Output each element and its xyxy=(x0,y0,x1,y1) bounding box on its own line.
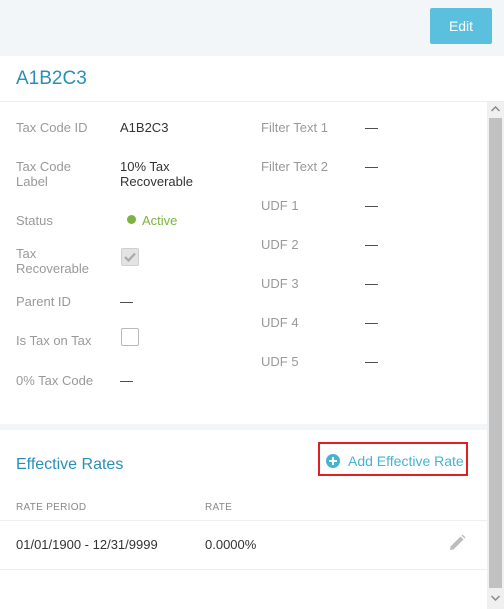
check-icon xyxy=(124,252,136,263)
rate-period-cell: 01/01/1900 - 12/31/9999 xyxy=(16,537,158,552)
add-effective-rate-button[interactable]: Add Effective Rate xyxy=(318,442,468,476)
udf-3-value: — xyxy=(365,276,378,291)
status-label: Status xyxy=(16,213,53,228)
column-header-rate-period: RATE PERIOD xyxy=(16,502,87,513)
scroll-up-icon[interactable] xyxy=(491,106,500,112)
tax-code-label-value: 10% Tax Recoverable xyxy=(120,159,193,189)
status-dot-icon xyxy=(127,215,136,224)
vertical-scrollbar[interactable] xyxy=(487,102,504,609)
filter-text-1-value: — xyxy=(365,120,378,135)
udf-1-label: UDF 1 xyxy=(261,198,299,213)
udf-2-value: — xyxy=(365,237,378,252)
parent-id-label: Parent ID xyxy=(16,294,71,309)
plus-circle-icon xyxy=(326,454,340,468)
scroll-down-icon[interactable] xyxy=(491,595,500,601)
is-tax-on-tax-label: Is Tax on Tax xyxy=(16,333,92,348)
effective-rates-title: Effective Rates xyxy=(16,456,124,473)
add-effective-rate-label: Add Effective Rate xyxy=(348,453,464,469)
edit-button[interactable]: Edit xyxy=(430,8,492,44)
zero-tax-code-value: — xyxy=(120,373,133,388)
title-bar: A1B2C3 xyxy=(0,56,504,102)
tax-code-id-label: Tax Code ID xyxy=(16,120,88,135)
scrollbar-thumb[interactable] xyxy=(489,118,502,588)
zero-tax-code-label: 0% Tax Code xyxy=(16,373,94,388)
status-value: Active xyxy=(142,213,178,228)
udf-3-label: UDF 3 xyxy=(261,276,299,291)
status-badge: Active xyxy=(127,213,177,228)
filter-text-1-label: Filter Text 1 xyxy=(261,120,328,135)
top-toolbar: Edit xyxy=(0,0,504,56)
tax-code-details: Tax Code ID A1B2C3 Tax Code Label 10% Ta… xyxy=(0,102,487,424)
tax-code-id-value: A1B2C3 xyxy=(120,120,169,135)
udf-4-value: — xyxy=(365,315,378,330)
detail-panel: Tax Code ID A1B2C3 Tax Code Label 10% Ta… xyxy=(0,102,487,609)
parent-id-value: — xyxy=(120,294,133,309)
udf-4-label: UDF 4 xyxy=(261,315,299,330)
rate-cell: 0.0000% xyxy=(205,537,257,552)
udf-5-value: — xyxy=(365,354,378,369)
pencil-icon[interactable] xyxy=(447,533,467,553)
filter-text-2-value: — xyxy=(365,159,378,174)
effective-rates-section: Effective Rates Add Effective Rate RATE … xyxy=(0,430,487,609)
tax-recoverable-label: Tax Recoverable xyxy=(16,246,89,276)
row-divider xyxy=(0,569,487,570)
page-title: A1B2C3 xyxy=(16,68,87,89)
is-tax-on-tax-checkbox xyxy=(121,328,139,346)
column-header-rate: RATE xyxy=(205,502,233,513)
udf-1-value: — xyxy=(365,198,378,213)
udf-5-label: UDF 5 xyxy=(261,354,299,369)
filter-text-2-label: Filter Text 2 xyxy=(261,159,328,174)
tax-code-label-label: Tax Code Label xyxy=(16,159,71,189)
udf-2-label: UDF 2 xyxy=(261,237,299,252)
header-divider xyxy=(0,520,487,521)
tax-recoverable-checkbox xyxy=(121,248,139,266)
